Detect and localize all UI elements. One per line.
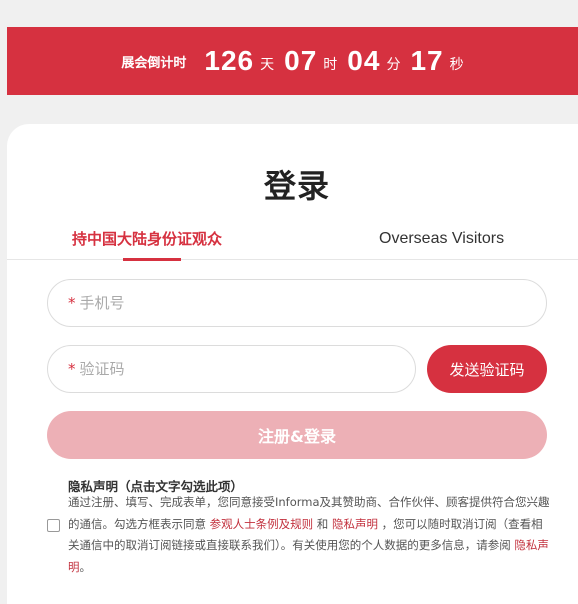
countdown-banner: 展会倒计时 126 天 07 时 04 分 17 秒 [7,27,578,95]
verification-code-input[interactable] [79,360,340,378]
active-tab-indicator [123,258,181,261]
countdown-minutes: 04 [347,45,381,76]
countdown-seconds-unit: 秒 [449,57,464,73]
countdown-days: 126 [204,45,255,76]
privacy-text-part: 和 [313,516,332,531]
visitor-type-tabs: 持中国大陆身份证观众 Overseas Visitors [7,224,578,261]
tab-mainland-id[interactable]: 持中国大陆身份证观众 [72,224,223,261]
send-code-button[interactable]: 发送验证码 [427,345,547,393]
countdown-hours-unit: 时 [323,57,338,73]
page-title: 登录 [263,167,330,205]
privacy-checkbox[interactable] [47,519,60,532]
required-mark: * [68,360,76,378]
privacy-text-part: 。 [79,559,92,574]
visitor-terms-link[interactable]: 参观人士条例及规则 [210,517,314,531]
register-login-button[interactable]: 注册&登录 [47,411,547,459]
verification-code-field[interactable]: * [47,345,416,393]
privacy-statement-link[interactable]: 隐私声明 [332,517,378,531]
countdown-days-unit: 天 [260,57,275,73]
required-mark: * [68,294,76,312]
tab-overseas-visitors-label: Overseas Visitors [379,230,505,247]
login-card: 登录 持中国大陆身份证观众 Overseas Visitors * * 发送验证… [7,124,578,604]
tab-mainland-id-label: 持中国大陆身份证观众 [72,230,223,248]
phone-input[interactable] [79,294,340,312]
countdown-label: 展会倒计时 [121,55,187,71]
countdown-minutes-unit: 分 [386,57,401,73]
countdown-hours: 07 [284,45,318,76]
tab-overseas-visitors[interactable]: Overseas Visitors [379,224,504,254]
privacy-text: 通过注册、填写、完成表单，您同意接受Informa及其赞助商、合作伙伴、顾客提供… [68,492,550,578]
countdown-seconds: 17 [410,45,444,76]
phone-field[interactable]: * [47,279,547,327]
